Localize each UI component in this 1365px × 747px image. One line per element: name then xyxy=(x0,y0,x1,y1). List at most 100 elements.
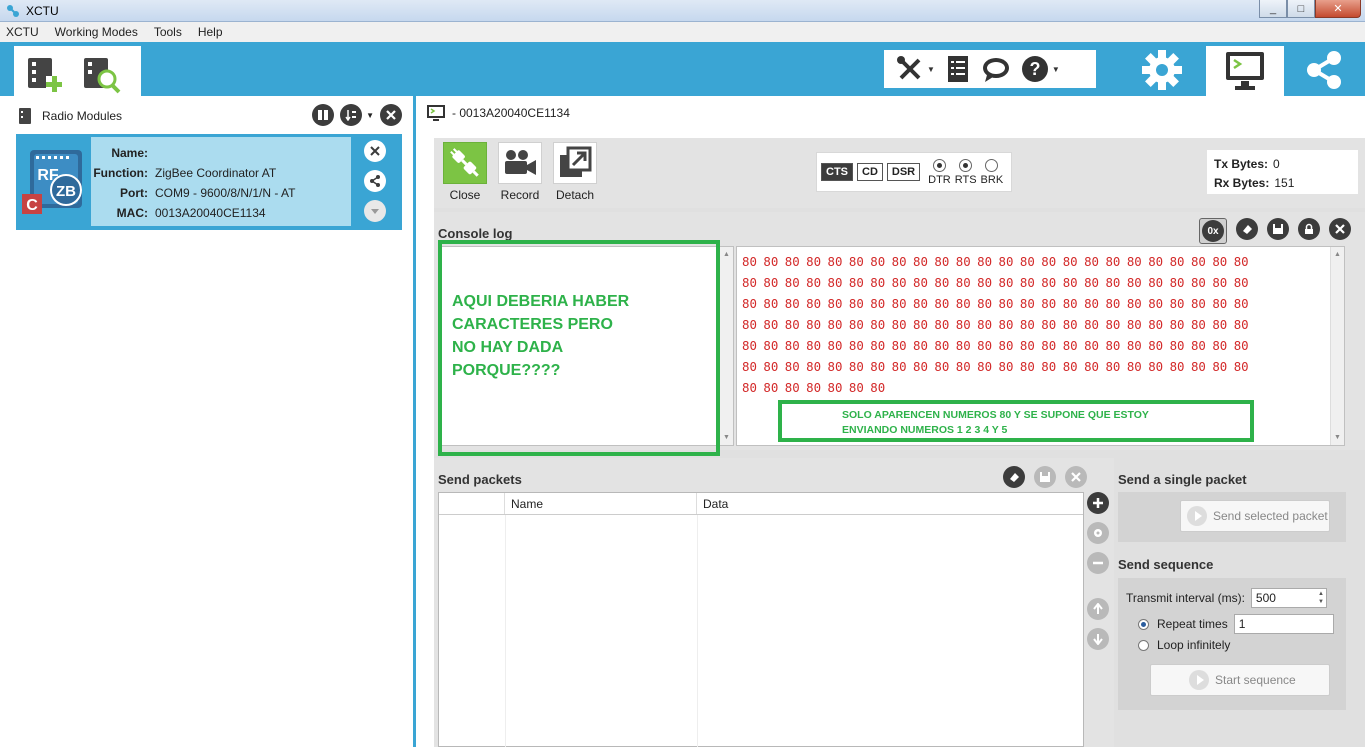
detach-box xyxy=(553,142,597,184)
hex-scrollbar[interactable]: ▲ ▼ xyxy=(1330,247,1344,445)
rts-radio[interactable] xyxy=(959,158,973,172)
expand-module-button[interactable] xyxy=(364,200,386,222)
col-name-header[interactable]: Name xyxy=(505,493,697,514)
rts-toggle[interactable]: RTS xyxy=(954,158,977,186)
repeat-times-label: Repeat times xyxy=(1157,617,1228,631)
save-packets-button[interactable] xyxy=(1034,466,1056,488)
rts-label: RTS xyxy=(954,173,977,186)
column-divider xyxy=(697,515,698,747)
send-controls-section: Send a single packet Send selected packe… xyxy=(1118,458,1365,747)
edit-packet-button[interactable] xyxy=(1087,522,1109,544)
remove-all-modules-button[interactable] xyxy=(380,104,402,126)
close-packets-button[interactable] xyxy=(1065,466,1087,488)
close-connection-button[interactable]: Close xyxy=(442,142,488,202)
clear-console-button[interactable] xyxy=(1236,218,1258,240)
record-label: Record xyxy=(500,188,540,202)
add-packet-button[interactable] xyxy=(1087,492,1109,514)
radio-module-card[interactable]: RF ZB C Name: Function: ZigBee Coordinat… xyxy=(16,134,402,230)
consoles-mode-tab[interactable] xyxy=(1206,46,1284,96)
close-console-button[interactable] xyxy=(1329,218,1351,240)
record-box xyxy=(498,142,542,184)
single-packet-box: Send selected packet xyxy=(1118,492,1346,542)
console-connection-title: - 0013A20040CE1134 xyxy=(426,104,570,122)
hex-toggle-button[interactable]: 0x xyxy=(1199,218,1227,244)
detach-button[interactable]: Detach xyxy=(552,142,598,202)
brk-toggle[interactable]: BRK xyxy=(981,158,1003,186)
move-down-button[interactable] xyxy=(1087,628,1109,650)
transmit-interval-input[interactable]: 500 ▲ ▼ xyxy=(1250,588,1327,608)
function-value: ZigBee Coordinator AT xyxy=(155,166,277,180)
gear-icon xyxy=(1094,529,1102,537)
network-mode-icon[interactable] xyxy=(1302,48,1346,92)
close-window-button[interactable]: ✕ xyxy=(1315,0,1361,18)
menu-help[interactable]: Help xyxy=(198,25,223,39)
loop-infinitely-radio[interactable] xyxy=(1138,639,1149,651)
frames-generator-button[interactable] xyxy=(945,55,971,83)
ascii-scrollbar[interactable]: ▲ ▼ xyxy=(719,247,733,445)
spinner-arrows[interactable]: ▲ ▼ xyxy=(1318,590,1324,606)
dtr-radio[interactable] xyxy=(932,158,946,172)
col-data-header[interactable]: Data xyxy=(697,493,1083,514)
help-icon: ? xyxy=(1021,56,1048,82)
menu-tools[interactable]: Tools xyxy=(154,25,182,39)
repeat-times-input[interactable]: 1 xyxy=(1233,614,1334,634)
title-bar: XCTU _ □ ✕ xyxy=(0,0,1365,22)
console-device-address: - 0013A20040CE1134 xyxy=(452,106,570,120)
packets-table[interactable]: Name Data xyxy=(438,492,1084,747)
mac-label: MAC: xyxy=(116,206,148,220)
menu-xctu[interactable]: XCTU xyxy=(6,25,39,39)
module-name-row: Name: xyxy=(91,143,351,163)
maximize-button[interactable]: □ xyxy=(1287,0,1315,18)
add-device-icon[interactable] xyxy=(24,54,64,94)
line-signals-panel: CTS CD DSR DTR RTS BRK xyxy=(816,152,1012,192)
start-sequence-button[interactable]: Start sequence xyxy=(1150,664,1330,696)
hex-toggle-icon: 0x xyxy=(1202,220,1224,242)
dtr-toggle[interactable]: DTR xyxy=(928,158,951,186)
scroll-down-arrow[interactable]: ▼ xyxy=(723,434,730,441)
dsr-indicator: DSR xyxy=(886,163,921,181)
send-selected-packet-button[interactable]: Send selected packet xyxy=(1180,500,1330,532)
move-up-button[interactable] xyxy=(1087,598,1109,620)
close-connection-box xyxy=(443,142,487,184)
save-console-button[interactable] xyxy=(1267,218,1289,240)
start-sequence-label: Start sequence xyxy=(1215,673,1296,687)
lock-console-button[interactable] xyxy=(1298,218,1320,240)
close-icon xyxy=(370,146,380,156)
window-title: XCTU xyxy=(26,4,59,18)
sort-caret[interactable]: ▼ xyxy=(366,111,374,120)
module-info: Name: Function: ZigBee Coordinator AT Po… xyxy=(91,137,351,226)
minimize-button[interactable]: _ xyxy=(1259,0,1287,18)
disconnect-module-button[interactable] xyxy=(364,140,386,162)
feedback-button[interactable] xyxy=(981,55,1011,83)
play-icon xyxy=(1189,670,1209,690)
clear-packets-button[interactable] xyxy=(1003,466,1025,488)
lock-icon xyxy=(1305,223,1313,234)
module-mac-row: MAC: 0013A20040CE1134 xyxy=(91,203,351,223)
discover-devices-icon[interactable] xyxy=(80,54,122,94)
scroll-up-arrow[interactable]: ▲ xyxy=(723,251,730,258)
share-network-icon xyxy=(370,175,380,187)
detach-label: Detach xyxy=(555,188,595,202)
filter-modules-button[interactable] xyxy=(312,104,335,126)
brk-radio[interactable] xyxy=(985,158,999,172)
discover-network-button[interactable] xyxy=(364,170,386,192)
send-single-packet-title: Send a single packet xyxy=(1118,472,1247,487)
sort-modules-button[interactable] xyxy=(340,104,363,126)
name-label: Name: xyxy=(111,146,148,160)
repeat-times-radio[interactable] xyxy=(1138,618,1149,630)
help-menu-button[interactable]: ? ▼ xyxy=(1021,55,1060,83)
configuration-mode-gear-icon[interactable] xyxy=(1140,48,1184,92)
scroll-down-arrow[interactable]: ▼ xyxy=(1334,434,1341,441)
record-button[interactable]: Record xyxy=(497,142,543,202)
plug-connected-icon xyxy=(450,148,479,177)
col-index-header xyxy=(439,493,505,514)
tools-menu-button[interactable]: ▼ xyxy=(896,55,935,83)
radio-modules-header: Radio Modules ▼ xyxy=(16,104,402,128)
plus-icon xyxy=(1093,498,1103,508)
device-tools-tab xyxy=(14,46,141,96)
sequence-box: Transmit interval (ms): 500 ▲ ▼ Repeat ti… xyxy=(1118,578,1346,710)
menu-working-modes[interactable]: Working Modes xyxy=(55,25,138,39)
send-packets-section: Send packets Name Data xyxy=(434,458,1114,747)
scroll-up-arrow[interactable]: ▲ xyxy=(1334,251,1341,258)
remove-packet-button[interactable] xyxy=(1087,552,1109,574)
